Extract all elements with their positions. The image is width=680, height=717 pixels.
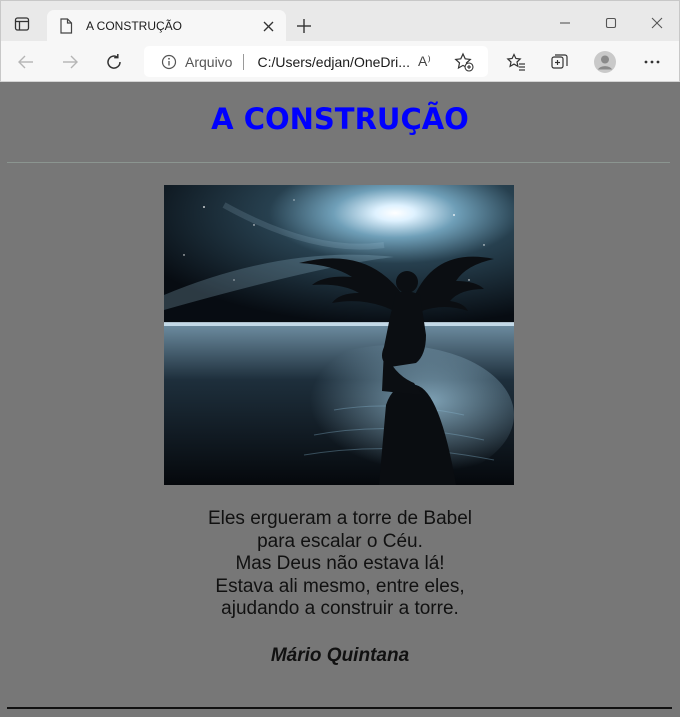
page-title: A CONSTRUÇÃO (211, 102, 469, 136)
read-aloud-icon[interactable]: A⁾ (418, 53, 431, 70)
favorites-icon (506, 53, 525, 71)
collections-button[interactable] (547, 49, 573, 75)
poem-author: Mário Quintana (270, 645, 410, 666)
poem-line: Eles ergueram a torre de Babel (207, 508, 473, 529)
add-favorite-icon[interactable] (454, 52, 474, 72)
close-icon (263, 21, 273, 31)
minimize-icon (560, 22, 570, 24)
plus-icon (297, 19, 311, 33)
document-icon (60, 18, 73, 34)
more-icon (644, 60, 660, 64)
poem-line: para escalar o Céu. (257, 530, 423, 552)
maximize-button[interactable] (599, 11, 623, 35)
address-separator (243, 53, 245, 70)
address-bar[interactable]: Arquivo C:/Users/edjan/OneDri... A⁾ (144, 46, 488, 77)
info-icon[interactable] (161, 54, 177, 70)
favorites-button[interactable] (503, 49, 529, 75)
minimize-button[interactable] (553, 11, 577, 35)
poem-line: Estava ali mesmo, entre eles, (215, 575, 465, 597)
poem-line: ajudando a construir a torre. (221, 598, 459, 620)
tab-strip: A CONSTRUÇÃO (0, 0, 680, 42)
bottom-divider (7, 707, 672, 709)
more-options-button[interactable] (639, 49, 665, 75)
refresh-button[interactable] (101, 49, 127, 75)
back-button[interactable] (13, 49, 39, 75)
maximize-icon (605, 17, 617, 29)
tab-actions-button[interactable] (9, 11, 35, 37)
angel-silhouette-image (164, 185, 514, 485)
tab-close-button[interactable] (259, 17, 277, 35)
poem-line: Mas Deus não estava lá! (235, 553, 445, 575)
page-content: A CONSTRUÇÃO Eles ergueram a torre de Ba… (1, 82, 679, 717)
forward-button[interactable] (57, 49, 83, 75)
angel-image (164, 185, 514, 485)
address-scheme-label: Arquivo (185, 53, 233, 70)
tab-actions-icon (14, 17, 30, 31)
browser-toolbar: Arquivo C:/Users/edjan/OneDri... A⁾ (0, 41, 680, 82)
poem: Eles ergueram a torre de Babel para esca… (1, 508, 679, 621)
new-tab-button[interactable] (293, 15, 315, 37)
browser-tab[interactable]: A CONSTRUÇÃO (47, 10, 286, 42)
arrow-right-icon (63, 55, 78, 69)
tab-title: A CONSTRUÇÃO (86, 19, 183, 33)
arrow-left-icon (18, 55, 33, 69)
close-window-button[interactable] (645, 11, 669, 35)
close-icon (651, 17, 663, 29)
profile-button[interactable] (592, 49, 618, 75)
collections-icon (551, 54, 568, 69)
address-url[interactable]: C:/Users/edjan/OneDri... (257, 54, 410, 70)
top-divider (7, 162, 670, 163)
avatar-icon (594, 51, 616, 73)
refresh-icon (107, 54, 121, 69)
